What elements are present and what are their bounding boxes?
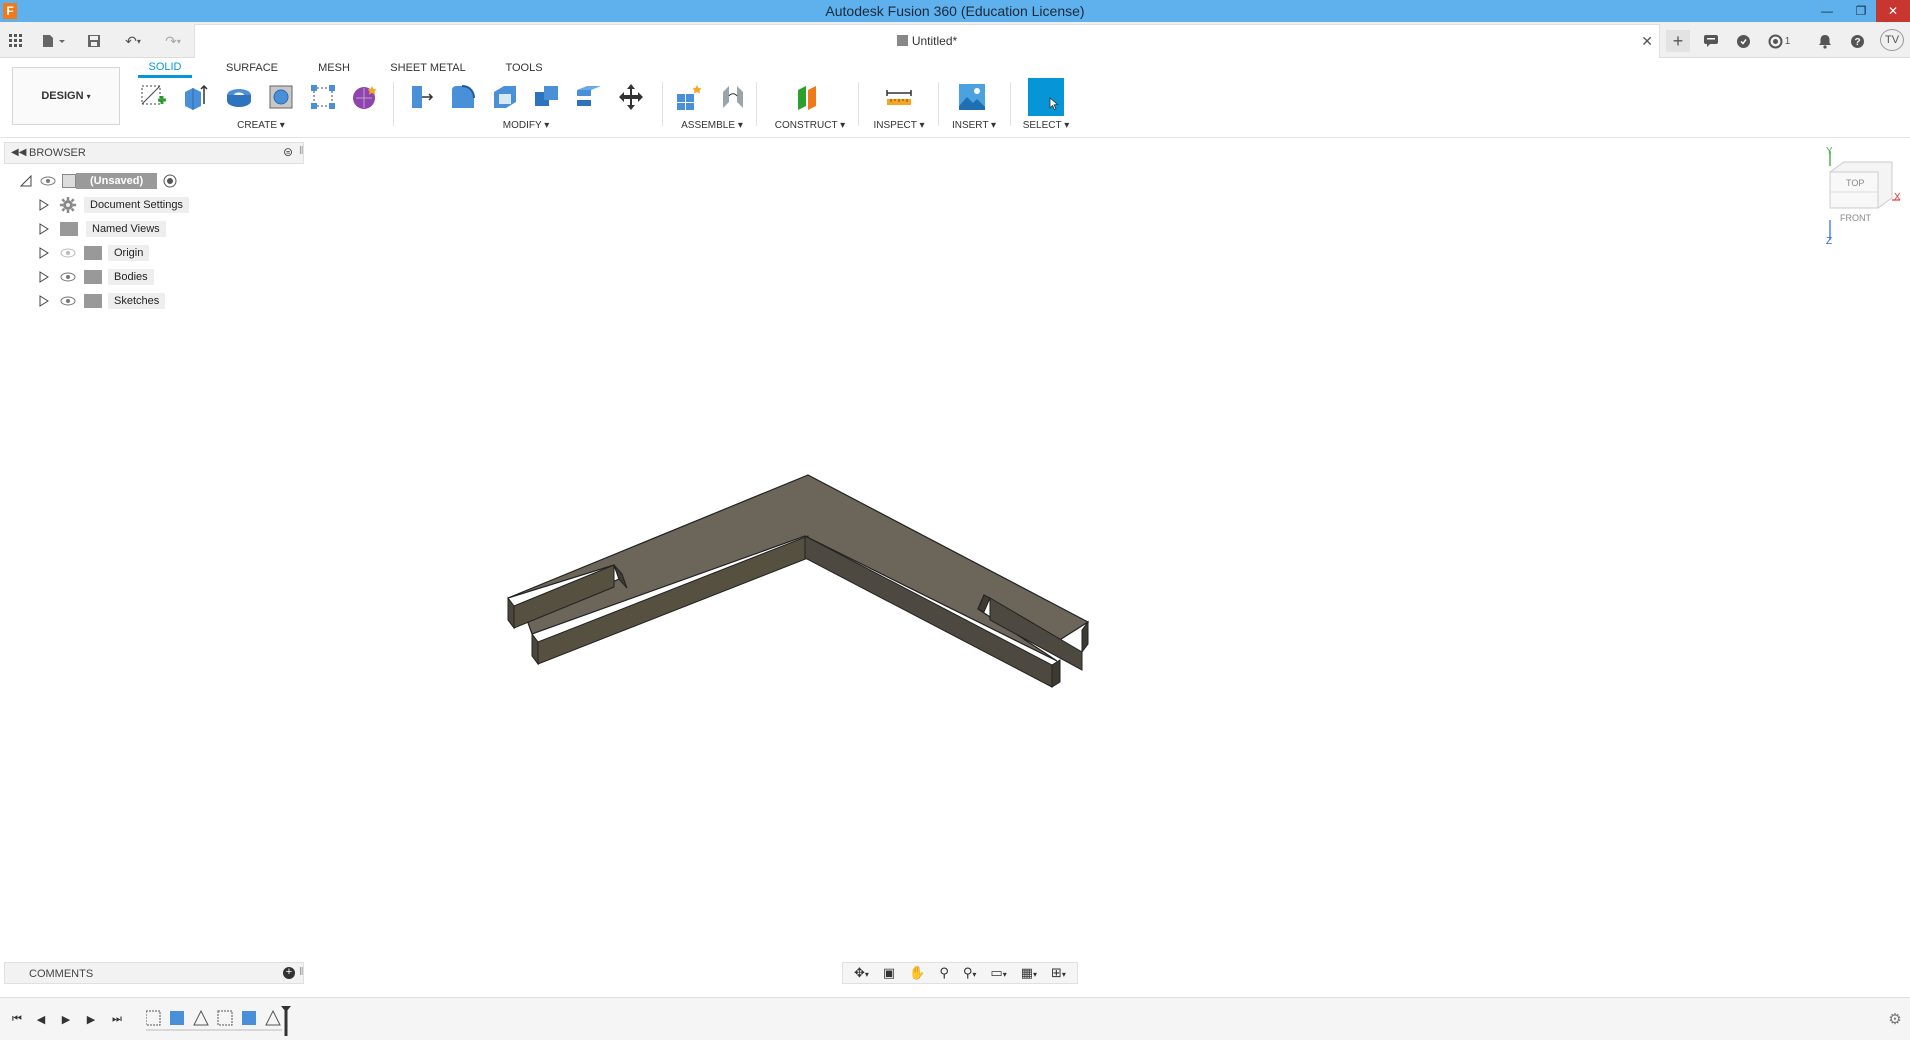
- canvas-3d-model[interactable]: [0, 0, 1910, 1040]
- view-cube[interactable]: TOP FRONT Y X Z: [1822, 146, 1902, 248]
- timeline-features[interactable]: [146, 1004, 296, 1038]
- zoom-icon[interactable]: ⚲: [939, 965, 949, 981]
- orbit-icon[interactable]: ✥▾: [854, 965, 869, 981]
- viewports-icon[interactable]: ⊞▾: [1051, 965, 1066, 981]
- play-icon[interactable]: ▶: [57, 1010, 75, 1028]
- navigation-bar: ✥▾ ▣ ✋ ⚲ ⚲▾ ▭▾ ▦▾ ⊞▾: [842, 962, 1078, 984]
- pan-hand-icon[interactable]: ✋: [909, 965, 925, 981]
- fit-icon[interactable]: ⚲▾: [963, 965, 977, 981]
- z-axis-label: Z: [1826, 236, 1833, 247]
- x-axis-label: X: [1894, 192, 1901, 203]
- step-forward-icon[interactable]: ▶: [82, 1010, 100, 1028]
- look-at-icon[interactable]: ▣: [883, 965, 895, 981]
- step-back-icon[interactable]: ◀: [32, 1010, 50, 1028]
- go-to-end-icon[interactable]: ⏭: [108, 1010, 126, 1028]
- grid-snaps-icon[interactable]: ▦▾: [1021, 965, 1037, 981]
- timeline-settings-gear-icon[interactable]: ⚙: [1886, 1010, 1904, 1028]
- view-cube-front-face[interactable]: FRONT: [1840, 213, 1871, 223]
- display-settings-icon[interactable]: ▭▾: [990, 965, 1006, 981]
- y-axis-label: Y: [1826, 146, 1833, 157]
- add-comment-icon[interactable]: +: [283, 967, 295, 979]
- timeline: ⏮ ◀ ▶ ▶ ⏭ ⚙: [0, 997, 1910, 1040]
- go-to-start-icon[interactable]: ⏮: [8, 1010, 26, 1028]
- comments-title: COMMENTS: [29, 968, 94, 980]
- panel-resize-handle[interactable]: ‖: [299, 966, 304, 978]
- l-bracket-body[interactable]: [507, 474, 1090, 688]
- comments-panel[interactable]: COMMENTS + ‖: [4, 962, 304, 984]
- view-cube-top-face[interactable]: TOP: [1846, 178, 1864, 188]
